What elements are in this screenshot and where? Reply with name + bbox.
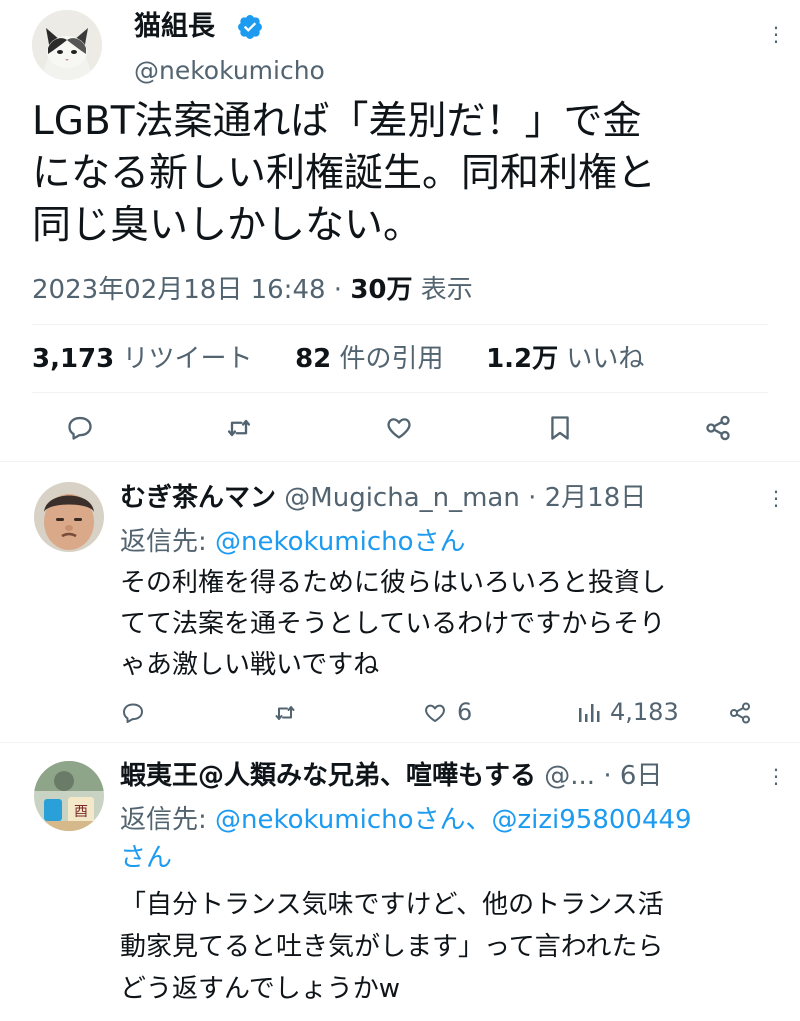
likes-stat[interactable]: 1.2万 いいね [486,344,644,374]
reply-to-prefix: 返信先: [120,805,207,835]
reply-avatar[interactable]: 酉 [34,761,104,831]
retweet-icon[interactable] [224,414,254,442]
more-icon[interactable]: ⋮ [766,766,786,786]
quotes-count: 82 [295,344,332,374]
reply-header: 蝦夷王@人類みな兄弟、喧嘩もする @... · 6日 [120,759,662,793]
views-icon[interactable] [577,702,601,724]
reply-to-link[interactable]: さん [120,839,692,877]
reply-text-line: どう返すんでしょうかw [120,974,400,1004]
tweet-text-line: LGBT法案通れば「差別だ！」で金 [32,99,642,144]
author-avatar[interactable] [32,10,102,80]
tweet-meta: 2023年02月18日 16:48 · 30万 表示 [32,273,473,307]
divider [0,742,800,743]
reply-icon[interactable] [66,414,94,442]
quotes-label: 件の引用 [339,344,444,374]
verified-icon [236,13,264,41]
tweet-text: LGBT法案通れば「差別だ！」で金 になる新しい利権誕生。同和利権と 同じ臭いし… [32,96,656,252]
reply-to: 返信先: @nekokumichoさん [120,524,466,560]
author-display-name[interactable]: 猫組長 [134,12,215,42]
reply-to-link[interactable]: @nekokumichoさん、@zizi95800449 [215,805,692,835]
reply-display-name[interactable]: 蝦夷王@人類みな兄弟、喧嘩もする [120,761,536,791]
share-icon[interactable] [728,701,752,725]
divider [32,324,768,325]
divider [32,392,768,393]
reply-views-count: 4,183 [610,698,679,726]
bookmark-icon[interactable] [546,414,574,442]
retweets-label: リツイート [122,344,253,374]
reply-display-name[interactable]: むぎ茶んマン [120,483,276,513]
reply-to: 返信先: @nekokumichoさん、@zizi95800449 さん [120,801,692,877]
retweets-count: 3,173 [32,344,115,374]
tweet-text-line: になる新しい利権誕生。同和利権と [32,151,657,196]
reply-header: むぎ茶んマン @Mugicha_n_man · 2月18日 [120,481,646,515]
reply-icon[interactable] [121,701,145,725]
reply-text-line: 「自分トランス気味ですけど、他のトランス活 [120,890,664,920]
reply-date[interactable]: · 6日 [603,761,662,791]
tweet-stats: 3,173 リツイート 82 件の引用 1.2万 いいね [32,342,644,376]
svg-text:酉: 酉 [74,804,88,820]
reply-date[interactable]: · 2月18日 [528,483,646,513]
views-count: 30万 [350,275,413,305]
meta-separator: · [333,275,343,305]
reply-text-line: その利権を得るために彼らはいろいろと投資し [120,568,667,598]
quotes-stat[interactable]: 82 件の引用 [295,344,452,374]
retweets-stat[interactable]: 3,173 リツイート [32,344,261,374]
divider [0,461,800,462]
retweet-icon[interactable] [272,701,298,725]
like-icon[interactable] [385,414,413,442]
reply-text-line: てて法案を通そうとしているわけですからそり [120,609,666,639]
more-icon[interactable]: ⋮ [766,24,786,44]
share-icon[interactable] [704,414,732,442]
like-icon[interactable] [423,701,447,725]
tweet-text-line: 同じ臭いしかしない。 [32,203,423,248]
reply-text-line: 動家見てると吐き気がします」って言われたら [120,932,664,962]
reply-to-link[interactable]: @nekokumichoさん [215,527,465,557]
likes-label: いいね [566,344,645,374]
reply-text: その利権を得るために彼らはいろいろと投資し てて法案を通そうとしているわけですか… [120,563,666,686]
views-label: 表示 [420,275,473,305]
likes-count: 1.2万 [486,344,559,374]
author-handle[interactable]: @nekokumicho [134,56,325,86]
reply-avatar[interactable] [34,482,104,552]
reply-to-prefix: 返信先: [120,527,207,557]
reply-handle[interactable]: @Mugicha_n_man [284,483,520,513]
reply-like-count: 6 [457,698,473,726]
tweet-timestamp[interactable]: 2023年02月18日 16:48 [32,275,326,305]
reply-handle[interactable]: @... [544,761,595,791]
reply-text-line: ゃあ激しい戦いですね [120,650,380,680]
reply-text: 「自分トランス気味ですけど、他のトランス活 動家見てると吐き気がします」って言わ… [120,884,664,1010]
more-icon[interactable]: ⋮ [766,488,786,508]
